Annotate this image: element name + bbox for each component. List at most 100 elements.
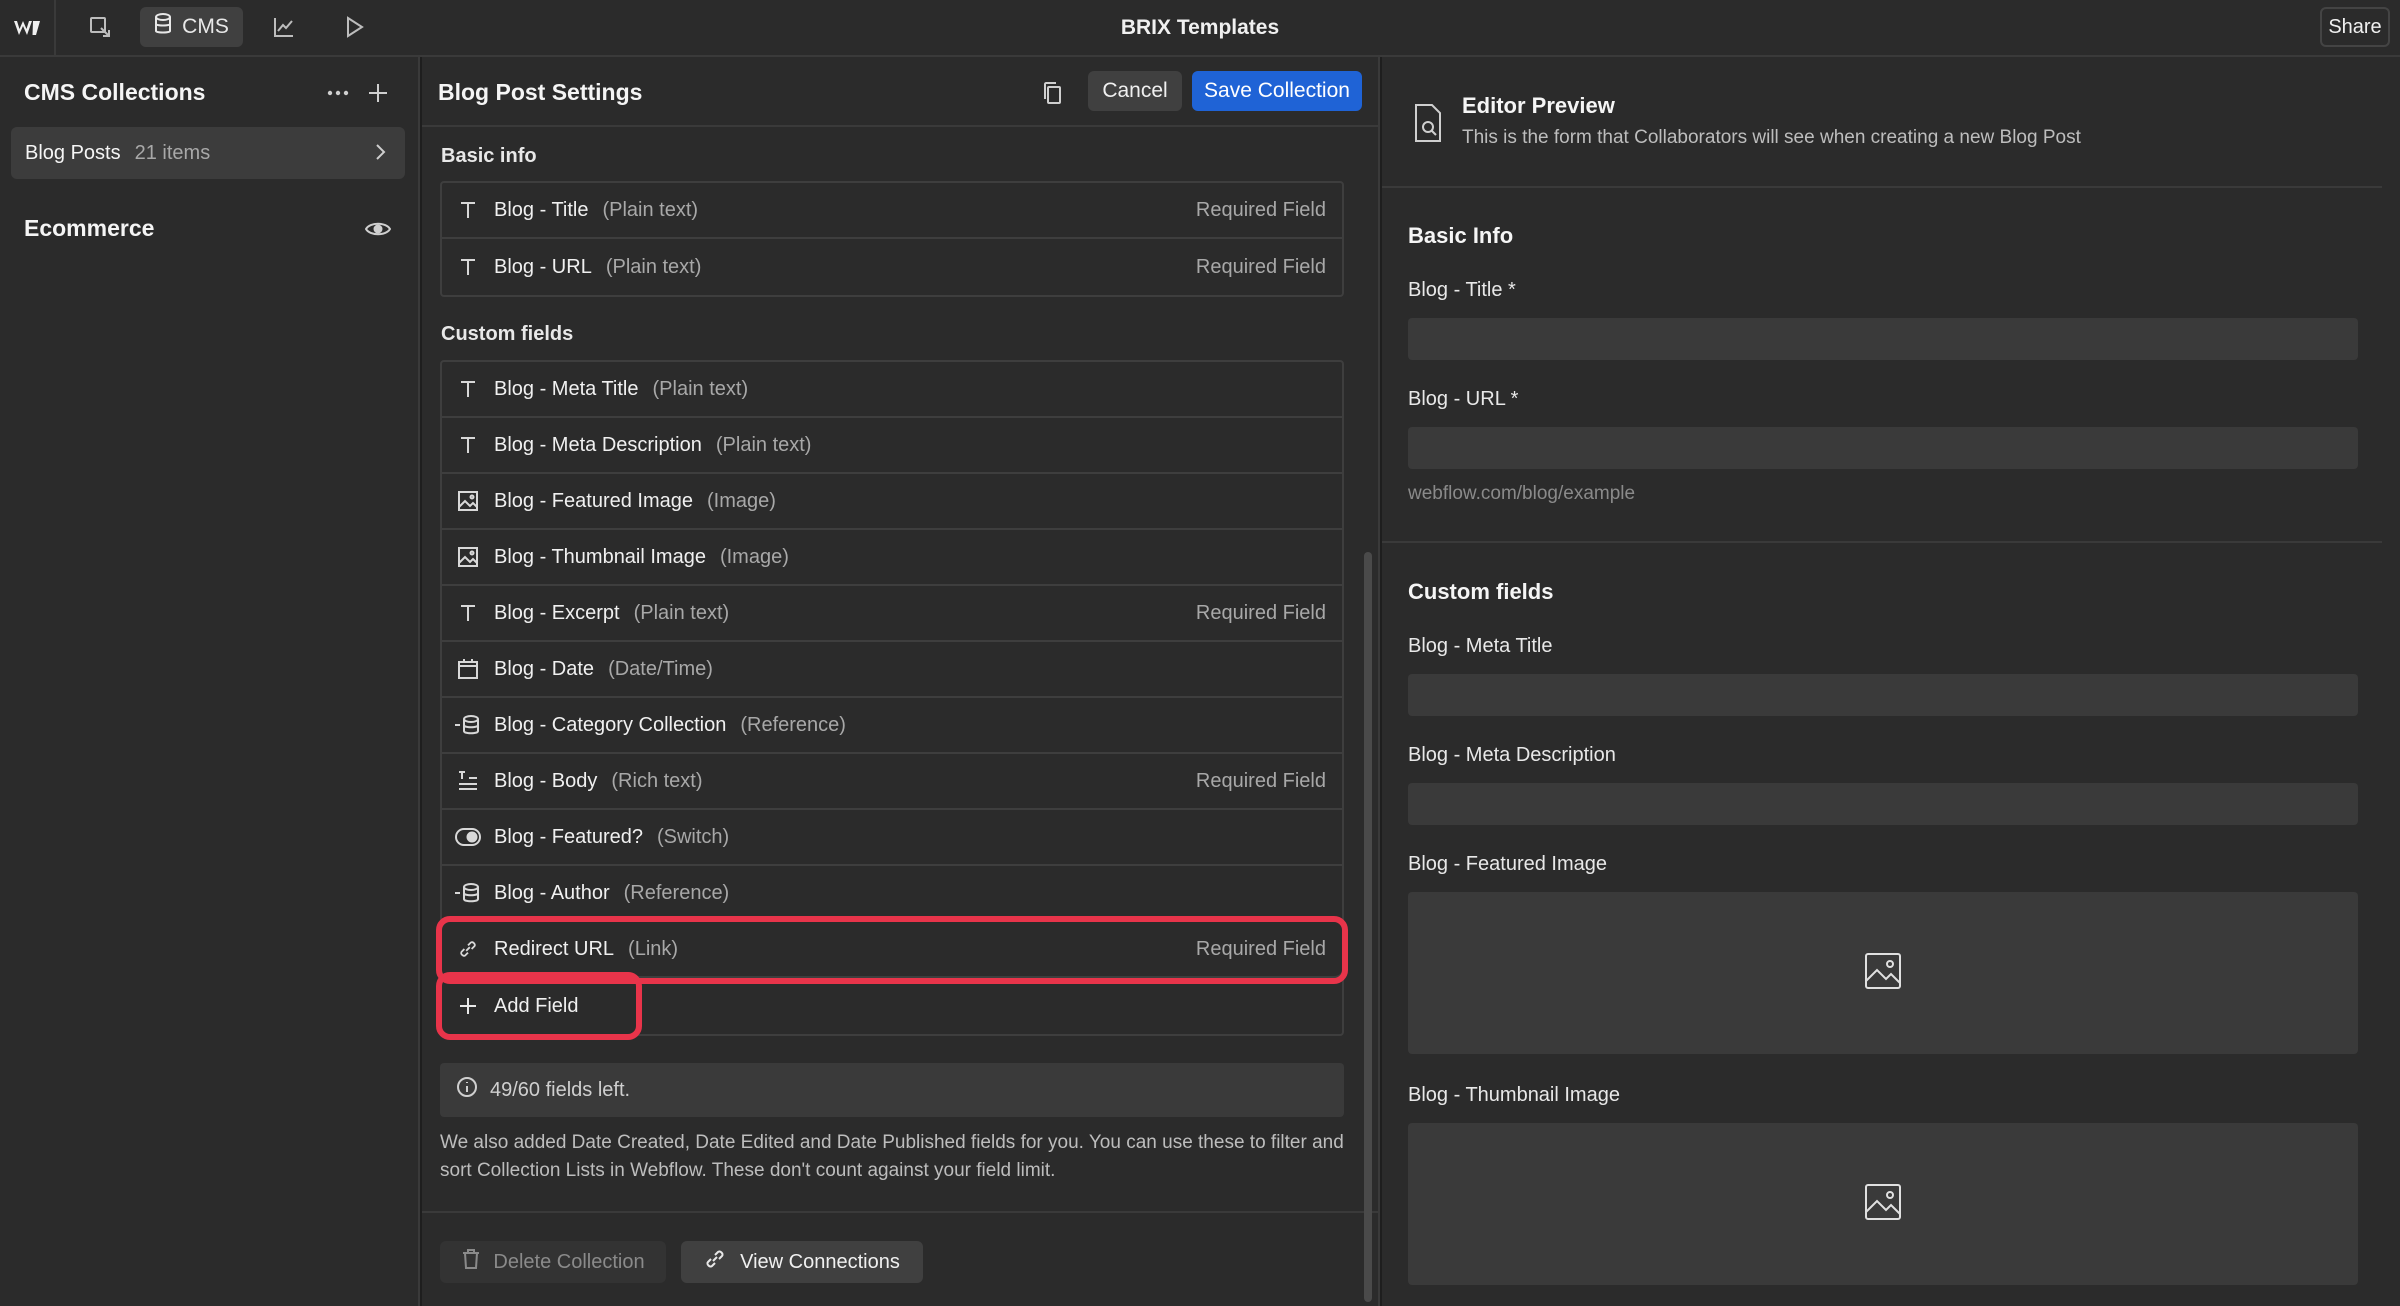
field-row-blog-meta-description[interactable]: Blog - Meta Description (Plain text) (442, 418, 1342, 474)
field-name: Blog - Featured Image (494, 489, 693, 512)
preview-divider (1382, 186, 2382, 188)
settings-scrollbar[interactable] (1364, 552, 1372, 1302)
copy-icon[interactable] (1036, 77, 1068, 109)
share-button[interactable]: Share (2320, 7, 2390, 47)
preview-custom-heading: Custom fields (1408, 579, 1554, 604)
field-name: Blog - Body (494, 769, 598, 792)
preview-url-label: Blog - URL * (1408, 388, 1519, 410)
preview-title-label: Blog - Title * (1408, 279, 1516, 301)
field-type: (Plain text) (633, 601, 730, 624)
basic-fields-list: Blog - Title (Plain text) Required Field Bl… (440, 181, 1344, 297)
preview-basic-heading: Basic Info (1408, 223, 1514, 248)
field-row-blog-body[interactable]: Blog - Body (Rich text) Required Field (442, 754, 1342, 810)
field-type: (Plain text) (602, 198, 699, 221)
required-field-label: Required Field (1195, 198, 1326, 221)
text-icon (442, 200, 494, 220)
collection-count: 21 items (134, 141, 211, 164)
preview-meta-title-label: Blog - Meta Title (1408, 635, 1553, 657)
preview-thumbnail-image-label: Blog - Thumbnail Image (1408, 1084, 1620, 1106)
link-icon (704, 1248, 726, 1276)
save-collection-button[interactable]: Save Collection (1192, 71, 1362, 111)
required-field-label: Required Field (1195, 255, 1326, 278)
field-row-blog-meta-title[interactable]: Blog - Meta Title (Plain text) (442, 362, 1342, 418)
preview-subtitle: This is the form that Collaborators will… (1462, 127, 2081, 148)
collection-name: Blog Posts (25, 141, 121, 164)
cancel-button[interactable]: Cancel (1088, 71, 1182, 111)
field-name: Blog - Meta Description (494, 433, 702, 456)
custom-fields-list: Blog - Meta Title (Plain text) Blog - Meta… (436, 360, 1348, 1040)
field-row-blog-featured[interactable]: Blog - Featured? (Switch) (442, 810, 1342, 866)
field-row-blog-category-collection[interactable]: Blog - Category Collection (Reference) (442, 698, 1342, 754)
text-icon (442, 603, 494, 623)
field-name: Blog - Title (494, 198, 589, 221)
add-field-label: Add Field (494, 994, 579, 1017)
preview-url-input[interactable] (1408, 427, 2358, 469)
preview-title: Editor Preview (1462, 93, 1615, 118)
cms-tab[interactable]: CMS (140, 7, 243, 47)
preview-title-input[interactable] (1408, 318, 2358, 360)
field-type: (Date/Time) (608, 657, 713, 680)
link-icon (442, 939, 494, 959)
date-fields-note: We also added Date Created, Date Edited … (440, 1132, 1344, 1181)
field-row-blog-url[interactable]: Blog - URL (Plain text) Required Field (442, 239, 1342, 295)
field-type: (Link) (628, 937, 679, 960)
field-row-blog-date[interactable]: Blog - Date (Date/Time) (442, 642, 1342, 698)
cms-label: CMS (182, 15, 229, 38)
sidebar-title: CMS Collections (24, 79, 206, 105)
preview-featured-image-upload[interactable] (1408, 892, 2358, 1054)
preview-featured-image-label: Blog - Featured Image (1408, 853, 1607, 875)
field-row-blog-excerpt[interactable]: Blog - Excerpt (Plain text) Required Field (442, 586, 1342, 642)
field-type: (Reference) (623, 881, 730, 904)
text-icon (442, 257, 494, 277)
view-connections-label: View Connections (740, 1250, 900, 1273)
field-name: Blog - Featured? (494, 825, 643, 848)
view-connections-button[interactable]: View Connections (681, 1241, 923, 1283)
database-icon (154, 13, 172, 41)
field-name: Blog - Category Collection (494, 713, 727, 736)
add-field-button[interactable]: Add Field (436, 972, 642, 1040)
preview-divider (1382, 541, 2382, 543)
required-field-label: Required Field (1195, 937, 1326, 960)
required-field-label: Required Field (1195, 601, 1326, 624)
select-icon[interactable] (80, 7, 120, 47)
reference-icon (442, 882, 494, 904)
ecommerce-label: Ecommerce (24, 215, 155, 241)
field-row-blog-featured-image[interactable]: Blog - Featured Image (Image) (442, 474, 1342, 530)
eye-icon[interactable] (362, 215, 394, 243)
field-row-blog-author[interactable]: Blog - Author (Reference) (442, 866, 1342, 922)
add-collection-icon[interactable] (362, 77, 394, 109)
image-icon (1863, 1182, 1903, 1227)
webflow-logo[interactable] (0, 0, 56, 55)
field-type: (Plain text) (715, 433, 812, 456)
switch-icon (442, 828, 494, 846)
preview-meta-title-input[interactable] (1408, 674, 2358, 716)
preview-meta-desc-input[interactable] (1408, 783, 2358, 825)
chart-icon[interactable] (264, 7, 304, 47)
field-type: (Image) (707, 489, 776, 512)
field-type: (Reference) (740, 713, 846, 736)
required-field-label: Required Field (1195, 769, 1326, 792)
image-icon (442, 490, 494, 512)
field-row-blog-thumbnail-image[interactable]: Blog - Thumbnail Image (Image) (442, 530, 1342, 586)
field-name: Blog - Date (494, 657, 595, 680)
field-name: Redirect URL (494, 937, 615, 960)
sidebar-item-blog-posts[interactable]: Blog Posts 21 items (11, 127, 405, 179)
field-row-redirect-url[interactable]: Redirect URL (Link) Required Field (436, 916, 1348, 984)
document-search-icon (1412, 103, 1444, 143)
more-options-icon[interactable] (322, 77, 354, 109)
rich-text-icon (442, 770, 494, 792)
field-name: Blog - URL (494, 255, 592, 278)
chevron-right-icon (373, 141, 387, 169)
field-row-blog-title[interactable]: Blog - Title (Plain text) Required Field (442, 183, 1342, 239)
fields-left-text: 49/60 fields left. (490, 1078, 631, 1101)
editor-preview-panel: Editor Preview This is the form that Col… (1382, 57, 2400, 1306)
preview-thumbnail-image-upload[interactable] (1408, 1123, 2358, 1285)
field-name: Blog - Meta Title (494, 377, 639, 400)
trash-icon (461, 1248, 481, 1276)
play-icon[interactable] (334, 7, 374, 47)
reference-icon (442, 714, 494, 736)
calendar-icon (442, 658, 494, 680)
field-name: Blog - Thumbnail Image (494, 545, 706, 568)
delete-collection-button[interactable]: Delete Collection (440, 1241, 666, 1283)
add-field-row: Add Field (436, 972, 1342, 1040)
